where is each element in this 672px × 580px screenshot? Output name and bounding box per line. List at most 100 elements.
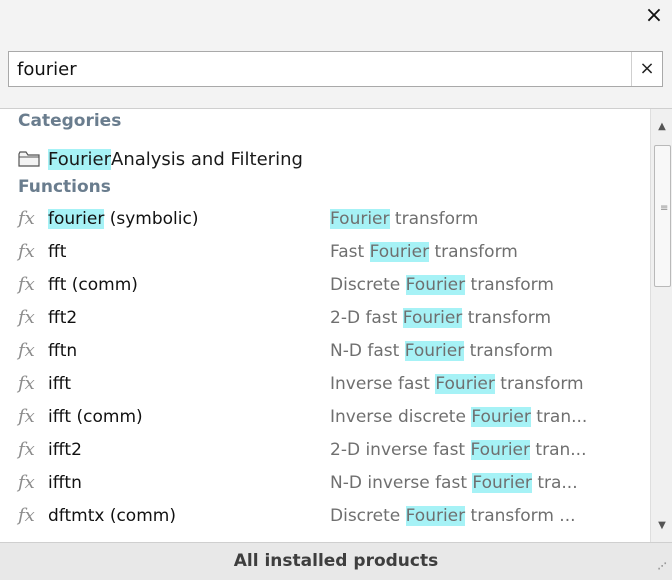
- description-match: Fourier: [405, 505, 466, 526]
- category-label-rest: Analysis and Filtering: [111, 148, 303, 170]
- folder-icon: [18, 151, 40, 167]
- function-item[interactable]: fx ifft Inverse fast Fourier transform: [18, 367, 648, 400]
- description-pre: Discrete: [330, 505, 406, 526]
- description-pre: 2-D inverse fast: [330, 439, 471, 460]
- function-item[interactable]: fx fft (comm) Discrete Fourier transform: [18, 268, 648, 301]
- function-description: 2-D fast Fourier transform: [330, 307, 648, 328]
- description-match: Fourier: [470, 439, 531, 460]
- fx-icon: fx: [18, 241, 35, 262]
- description-match: Fourier: [405, 274, 466, 295]
- description-match: Fourier: [435, 373, 495, 394]
- description-pre: N-D inverse fast: [330, 472, 473, 493]
- function-description: N-D inverse fast Fourier tra...: [330, 472, 648, 493]
- resize-grip-icon[interactable]: ⋰: [656, 563, 668, 576]
- function-name-match: fourier: [48, 208, 105, 229]
- fx-icon: fx: [18, 274, 35, 295]
- description-match: Fourier: [330, 208, 390, 229]
- description-pre: N-D fast: [330, 340, 405, 361]
- description-post: transform: [429, 241, 518, 262]
- description-post: tra...: [531, 472, 578, 493]
- all-products-button[interactable]: All installed products ⋰: [0, 542, 672, 580]
- function-item[interactable]: fx fft2 2-D fast Fourier transform: [18, 301, 648, 334]
- function-name: ifftn: [48, 473, 330, 493]
- description-post: tran...: [530, 439, 587, 460]
- fx-icon: fx: [18, 505, 35, 526]
- description-match: Fourier: [471, 406, 531, 427]
- function-name: fftn: [48, 341, 330, 361]
- description-pre: Inverse discrete: [330, 406, 472, 427]
- function-item[interactable]: fx ifftn N-D inverse fast Fourier tra...: [18, 466, 648, 499]
- function-name-rest: fft: [48, 241, 67, 262]
- fx-icon: fx: [18, 373, 35, 394]
- fx-icon: fx: [18, 340, 35, 361]
- function-name: fft2: [48, 308, 330, 328]
- scroll-down-arrow-icon[interactable]: ▼: [651, 514, 672, 536]
- search-box: ×: [8, 51, 663, 87]
- grip-icon: ≡: [660, 203, 669, 214]
- description-match: Fourier: [402, 307, 463, 328]
- search-area: ×: [0, 34, 672, 109]
- description-pre: Inverse fast: [330, 373, 436, 394]
- function-name: dftmtx (comm): [48, 506, 330, 526]
- function-name: fft (comm): [48, 275, 330, 295]
- function-name: fourier (symbolic): [48, 208, 330, 229]
- function-name: fft: [48, 242, 330, 262]
- function-name: ifft2: [48, 440, 330, 460]
- function-description: Inverse discrete Fourier tran...: [330, 406, 648, 427]
- description-match: Fourier: [472, 472, 532, 493]
- scrollbar[interactable]: ▲ ≡ ▼: [650, 109, 672, 542]
- description-post: transform: [464, 340, 553, 361]
- description-post: transform ...: [465, 505, 576, 526]
- description-post: transform: [462, 307, 552, 328]
- close-button[interactable]: ×: [642, 4, 666, 28]
- function-name-rest: fft2: [48, 307, 78, 328]
- function-item[interactable]: fx fourier (symbolic) Fourier transform: [18, 202, 648, 235]
- function-item[interactable]: fx fftn N-D fast Fourier transform: [18, 334, 648, 367]
- function-description: Fourier transform: [330, 208, 648, 229]
- title-bar: ×: [0, 0, 672, 34]
- function-name-rest: ifft (comm): [48, 406, 143, 427]
- function-name-rest: ifftn: [48, 472, 82, 493]
- function-name-rest: (symbolic): [104, 208, 199, 229]
- function-item[interactable]: fx ifft2 2-D inverse fast Fourier tran...: [18, 433, 648, 466]
- function-description: Fast Fourier transform: [330, 241, 648, 262]
- function-description: Inverse fast Fourier transform: [330, 373, 648, 394]
- function-description: Discrete Fourier transform ...: [330, 505, 648, 526]
- description-pre: Discrete: [330, 274, 406, 295]
- search-input[interactable]: [9, 52, 629, 86]
- function-name-rest: dftmtx (comm): [48, 505, 176, 526]
- description-post: transform: [465, 274, 554, 295]
- description-post: transform: [389, 208, 479, 229]
- description-match: Fourier: [404, 340, 465, 361]
- results-list: Categories Fourier Analysis and Filterin…: [0, 109, 650, 542]
- function-name-rest: fft (comm): [48, 274, 138, 295]
- description-post: tran...: [530, 406, 588, 427]
- category-label-match: Fourier: [48, 148, 112, 170]
- function-name: ifft: [48, 374, 330, 394]
- function-description: 2-D inverse fast Fourier tran...: [330, 439, 648, 460]
- scroll-up-arrow-icon[interactable]: ▲: [651, 115, 672, 137]
- description-pre: 2-D fast: [330, 307, 403, 328]
- fx-icon: fx: [18, 208, 35, 229]
- function-name-rest: fftn: [48, 340, 78, 361]
- footer-label: All installed products: [233, 551, 439, 571]
- category-item[interactable]: Fourier Analysis and Filtering: [18, 145, 638, 173]
- description-post: transform: [494, 373, 584, 394]
- fx-icon: fx: [18, 307, 35, 328]
- function-name-rest: ifft: [48, 373, 72, 394]
- scrollbar-thumb[interactable]: ≡: [654, 145, 671, 287]
- functions-header: Functions: [18, 177, 111, 197]
- function-item[interactable]: fx fft Fast Fourier transform: [18, 235, 648, 268]
- clear-search-button[interactable]: ×: [631, 52, 662, 86]
- function-description: N-D fast Fourier transform: [330, 340, 648, 361]
- fx-icon: fx: [18, 472, 35, 493]
- fx-icon: fx: [18, 439, 35, 460]
- fx-icon: fx: [18, 406, 35, 427]
- function-name: ifft (comm): [48, 407, 330, 427]
- function-description: Discrete Fourier transform: [330, 274, 648, 295]
- description-pre: Fast: [330, 241, 370, 262]
- function-item[interactable]: fx ifft (comm) Inverse discrete Fourier tr…: [18, 400, 648, 433]
- description-match: Fourier: [369, 241, 430, 262]
- categories-header: Categories: [18, 111, 122, 131]
- function-item[interactable]: fx dftmtx (comm) Discrete Fourier transfor…: [18, 499, 648, 532]
